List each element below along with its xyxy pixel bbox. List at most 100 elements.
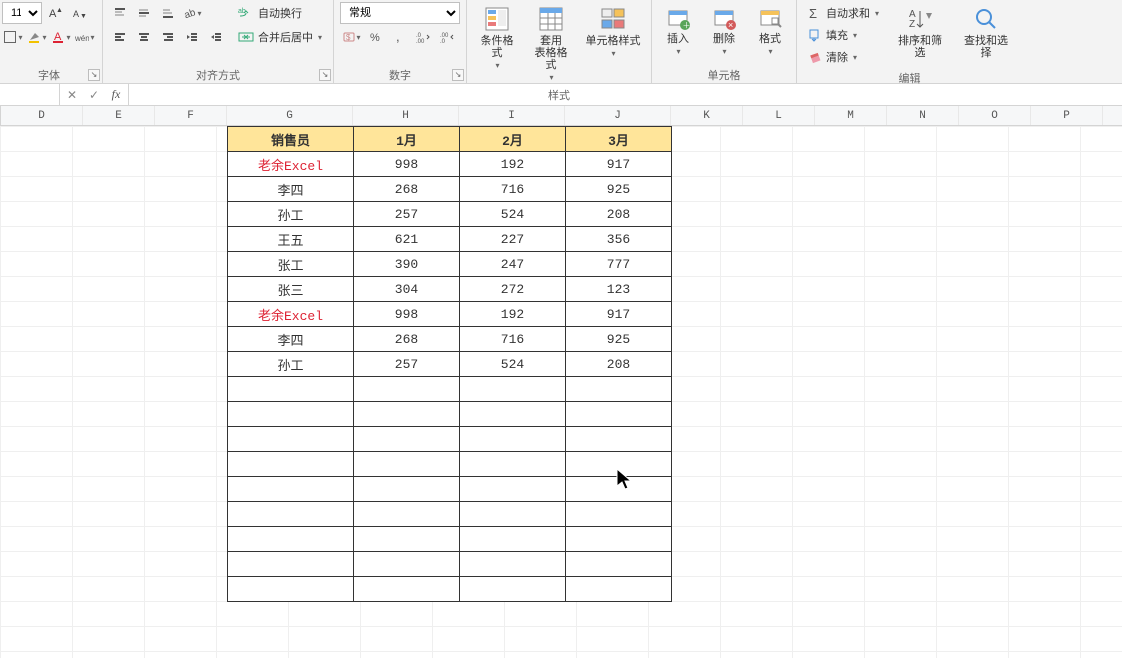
- salesperson-cell[interactable]: 老余Excel: [228, 152, 354, 177]
- empty-cell[interactable]: [228, 552, 354, 577]
- find-select-button[interactable]: 查找和选择: [956, 2, 1016, 62]
- salesperson-cell[interactable]: 孙工: [228, 202, 354, 227]
- value-cell[interactable]: 716: [460, 177, 566, 202]
- fx-icon[interactable]: fx: [108, 87, 124, 103]
- empty-cell[interactable]: [354, 552, 460, 577]
- empty-cell[interactable]: [566, 527, 672, 552]
- insert-cells-button[interactable]: ＋ 插入▾: [658, 2, 698, 59]
- value-cell[interactable]: 716: [460, 327, 566, 352]
- decrease-decimal-button[interactable]: .00.0: [436, 26, 458, 48]
- percent-format-button[interactable]: %: [364, 26, 386, 48]
- empty-cell[interactable]: [566, 377, 672, 402]
- value-cell[interactable]: 192: [460, 152, 566, 177]
- decrease-indent-button[interactable]: [181, 26, 203, 48]
- value-cell[interactable]: 524: [460, 352, 566, 377]
- column-header-P[interactable]: P: [1031, 106, 1103, 125]
- table-header-cell[interactable]: 1月: [354, 127, 460, 152]
- empty-cell[interactable]: [354, 377, 460, 402]
- fill-color-button[interactable]: ▾: [26, 26, 48, 48]
- column-header-D[interactable]: D: [1, 106, 83, 125]
- column-header-F[interactable]: F: [155, 106, 227, 125]
- font-dialog-launcher[interactable]: ↘: [88, 69, 100, 81]
- table-header-cell[interactable]: 3月: [566, 127, 672, 152]
- salesperson-cell[interactable]: 老余Excel: [228, 302, 354, 327]
- table-header-cell[interactable]: 2月: [460, 127, 566, 152]
- format-as-table-button[interactable]: 套用 表格格式▾: [527, 2, 575, 85]
- font-size-combo[interactable]: 11: [2, 2, 42, 24]
- empty-cell[interactable]: [228, 377, 354, 402]
- column-header-H[interactable]: H: [353, 106, 459, 125]
- column-header-N[interactable]: N: [887, 106, 959, 125]
- number-format-combo[interactable]: 常规: [340, 2, 460, 24]
- value-cell[interactable]: 998: [354, 302, 460, 327]
- value-cell[interactable]: 917: [566, 302, 672, 327]
- comma-format-button[interactable]: ,: [388, 26, 410, 48]
- fill-button[interactable]: 填充▾: [803, 24, 884, 46]
- decrease-font-size-button[interactable]: A▼: [68, 2, 90, 24]
- value-cell[interactable]: 917: [566, 152, 672, 177]
- salesperson-cell[interactable]: 张三: [228, 277, 354, 302]
- value-cell[interactable]: 208: [566, 352, 672, 377]
- align-center-button[interactable]: [133, 26, 155, 48]
- border-button[interactable]: ▾: [2, 26, 24, 48]
- align-bottom-button[interactable]: [157, 2, 179, 24]
- column-header-I[interactable]: I: [459, 106, 565, 125]
- sheet-area[interactable]: 销售员1月2月3月 老余Excel998192917李四268716925孙工2…: [0, 126, 1122, 658]
- align-middle-button[interactable]: [133, 2, 155, 24]
- phonetic-guide-button[interactable]: wén▾: [74, 26, 96, 48]
- value-cell[interactable]: 123: [566, 277, 672, 302]
- clear-button[interactable]: 清除▾: [803, 46, 884, 68]
- increase-decimal-button[interactable]: .0.00: [412, 26, 434, 48]
- format-cells-button[interactable]: 格式▾: [750, 2, 790, 59]
- wrap-text-button[interactable]: ab 自动换行: [233, 2, 327, 24]
- value-cell[interactable]: 390: [354, 252, 460, 277]
- empty-cell[interactable]: [566, 577, 672, 602]
- value-cell[interactable]: 192: [460, 302, 566, 327]
- empty-cell[interactable]: [354, 527, 460, 552]
- empty-cell[interactable]: [460, 577, 566, 602]
- salesperson-cell[interactable]: 李四: [228, 327, 354, 352]
- empty-cell[interactable]: [566, 477, 672, 502]
- increase-font-size-button[interactable]: A▲: [44, 2, 66, 24]
- empty-cell[interactable]: [228, 402, 354, 427]
- column-header-J[interactable]: J: [565, 106, 671, 125]
- salesperson-cell[interactable]: 张工: [228, 252, 354, 277]
- accounting-format-button[interactable]: $▾: [340, 26, 362, 48]
- conditional-formatting-button[interactable]: 条件格式▾: [473, 2, 521, 73]
- font-color-button[interactable]: A▾: [50, 26, 72, 48]
- empty-cell[interactable]: [228, 452, 354, 477]
- value-cell[interactable]: 998: [354, 152, 460, 177]
- column-header-K[interactable]: K: [671, 106, 743, 125]
- empty-cell[interactable]: [460, 452, 566, 477]
- column-header-O[interactable]: O: [959, 106, 1031, 125]
- column-header-E[interactable]: E: [83, 106, 155, 125]
- empty-cell[interactable]: [566, 427, 672, 452]
- empty-cell[interactable]: [354, 402, 460, 427]
- enter-formula-icon[interactable]: ✓: [86, 87, 102, 103]
- salesperson-cell[interactable]: 孙工: [228, 352, 354, 377]
- salesperson-cell[interactable]: 王五: [228, 227, 354, 252]
- value-cell[interactable]: 621: [354, 227, 460, 252]
- empty-cell[interactable]: [460, 477, 566, 502]
- value-cell[interactable]: 257: [354, 352, 460, 377]
- empty-cell[interactable]: [460, 527, 566, 552]
- delete-cells-button[interactable]: × 删除▾: [704, 2, 744, 59]
- value-cell[interactable]: 268: [354, 327, 460, 352]
- empty-cell[interactable]: [566, 552, 672, 577]
- empty-cell[interactable]: [566, 452, 672, 477]
- merge-center-button[interactable]: 合并后居中 ▾: [233, 26, 327, 48]
- value-cell[interactable]: 524: [460, 202, 566, 227]
- empty-cell[interactable]: [460, 402, 566, 427]
- table-header-cell[interactable]: 销售员: [228, 127, 354, 152]
- empty-cell[interactable]: [228, 502, 354, 527]
- empty-cell[interactable]: [354, 427, 460, 452]
- empty-cell[interactable]: [460, 427, 566, 452]
- autosum-button[interactable]: Σ 自动求和▾: [803, 2, 884, 24]
- empty-cell[interactable]: [228, 577, 354, 602]
- empty-cell[interactable]: [354, 452, 460, 477]
- column-header-Q[interactable]: Q: [1103, 106, 1122, 125]
- value-cell[interactable]: 304: [354, 277, 460, 302]
- value-cell[interactable]: 227: [460, 227, 566, 252]
- alignment-dialog-launcher[interactable]: ↘: [319, 69, 331, 81]
- empty-cell[interactable]: [354, 577, 460, 602]
